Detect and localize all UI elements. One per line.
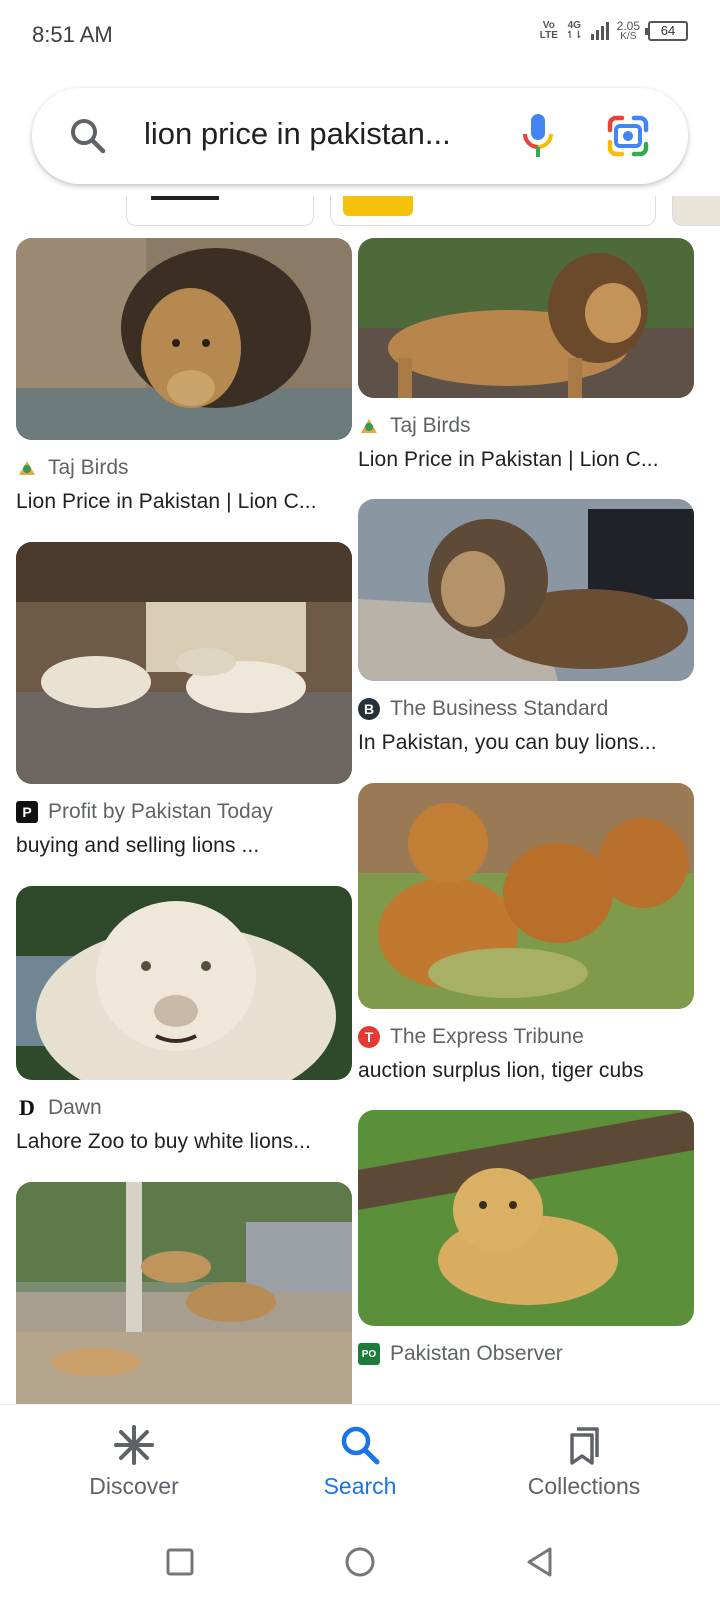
- collections-bookmark-icon: [570, 1427, 599, 1465]
- google-lens-icon[interactable]: [606, 114, 650, 158]
- result-title[interactable]: Lahore Zoo to buy white lions...: [16, 1130, 352, 1154]
- pakistan-observer-logo-icon: PO: [358, 1343, 380, 1365]
- result-card[interactable]: T The Express Tribune auction surplus li…: [358, 783, 694, 1083]
- related-chip[interactable]: [126, 196, 314, 226]
- result-card[interactable]: Taj Birds Lion Price in Pakistan | Lion …: [358, 238, 694, 472]
- result-source: Taj Birds: [16, 456, 352, 480]
- result-title[interactable]: Lion Price in Pakistan | Lion C...: [358, 448, 694, 472]
- result-image[interactable]: [358, 783, 694, 1009]
- taj-birds-logo-icon: [358, 415, 380, 437]
- result-image[interactable]: [358, 499, 694, 681]
- result-card[interactable]: Taj Birds Lion Price in Pakistan | Lion …: [16, 238, 352, 514]
- home-icon[interactable]: [340, 1542, 380, 1582]
- nav-collections[interactable]: Collections: [484, 1423, 684, 1500]
- result-card[interactable]: B The Business Standard In Pakistan, you…: [358, 499, 694, 755]
- result-image[interactable]: [358, 1110, 694, 1326]
- result-title[interactable]: In Pakistan, you can buy lions...: [358, 731, 694, 755]
- result-source: B The Business Standard: [358, 697, 694, 721]
- result-card[interactable]: P Profit by Pakistan Today buying and se…: [16, 542, 352, 858]
- network-speed: 2.05 K/S: [616, 19, 640, 42]
- nav-discover-label: Discover: [89, 1473, 179, 1499]
- search-icon[interactable]: [68, 116, 108, 156]
- recent-apps-icon[interactable]: [160, 1542, 200, 1582]
- result-image[interactable]: [16, 1182, 352, 1404]
- result-source: Taj Birds: [358, 414, 694, 438]
- nav-collections-label: Collections: [527, 1473, 641, 1499]
- result-title[interactable]: auction surplus lion, tiger cubs: [358, 1059, 694, 1083]
- back-icon[interactable]: [520, 1542, 560, 1582]
- result-image[interactable]: [16, 886, 352, 1080]
- result-title[interactable]: Lion Price in Pakistan | Lion C...: [16, 490, 352, 514]
- express-tribune-logo-icon: T: [358, 1026, 380, 1048]
- search-query[interactable]: lion price in pakistan...: [144, 116, 464, 152]
- nav-search-label: Search: [323, 1473, 397, 1499]
- result-image[interactable]: [16, 238, 352, 440]
- volte-indicator: Vo LTE: [539, 20, 558, 41]
- bottom-nav: Discover Search Collections: [0, 1404, 720, 1514]
- discover-asterisk-icon: [114, 1425, 154, 1465]
- mic-icon[interactable]: [518, 112, 558, 160]
- result-card[interactable]: D Dawn Lahore Zoo to buy white lions...: [16, 886, 352, 1154]
- related-chip[interactable]: [330, 196, 656, 226]
- taj-birds-logo-icon: [16, 457, 38, 479]
- status-indicators: Vo LTE 4G ↿⇂ 2.05 K/S 64: [540, 20, 688, 42]
- result-source: T The Express Tribune: [358, 1025, 694, 1049]
- nav-discover[interactable]: Discover: [34, 1423, 234, 1500]
- business-standard-logo-icon: B: [358, 698, 380, 720]
- profit-logo-icon: P: [16, 801, 38, 823]
- result-card[interactable]: PO Pakistan Observer: [358, 1110, 694, 1376]
- result-card[interactable]: [16, 1182, 352, 1404]
- image-results-grid: Taj Birds Lion Price in Pakistan | Lion …: [0, 230, 720, 1404]
- network-type-indicator: 4G ↿⇂: [565, 20, 583, 41]
- dawn-logo-icon: D: [19, 1095, 35, 1120]
- search-icon: [341, 1426, 380, 1465]
- nav-search[interactable]: Search: [260, 1423, 460, 1500]
- search-bar[interactable]: lion price in pakistan...: [32, 88, 688, 184]
- status-time: 8:51 AM: [32, 22, 113, 47]
- result-source: P Profit by Pakistan Today: [16, 800, 352, 824]
- system-nav-bar: [0, 1514, 720, 1612]
- battery-icon: 64: [645, 21, 688, 41]
- result-image[interactable]: [358, 238, 694, 398]
- result-image[interactable]: [16, 542, 352, 784]
- signal-strength-icon: [590, 22, 609, 40]
- result-title[interactable]: buying and selling lions ...: [16, 834, 352, 858]
- result-source: D Dawn: [16, 1095, 352, 1120]
- result-source: PO Pakistan Observer: [358, 1342, 694, 1366]
- status-bar: 8:51 AM Vo LTE 4G ↿⇂ 2.05 K/S 64: [0, 0, 720, 72]
- related-chip[interactable]: [672, 196, 720, 226]
